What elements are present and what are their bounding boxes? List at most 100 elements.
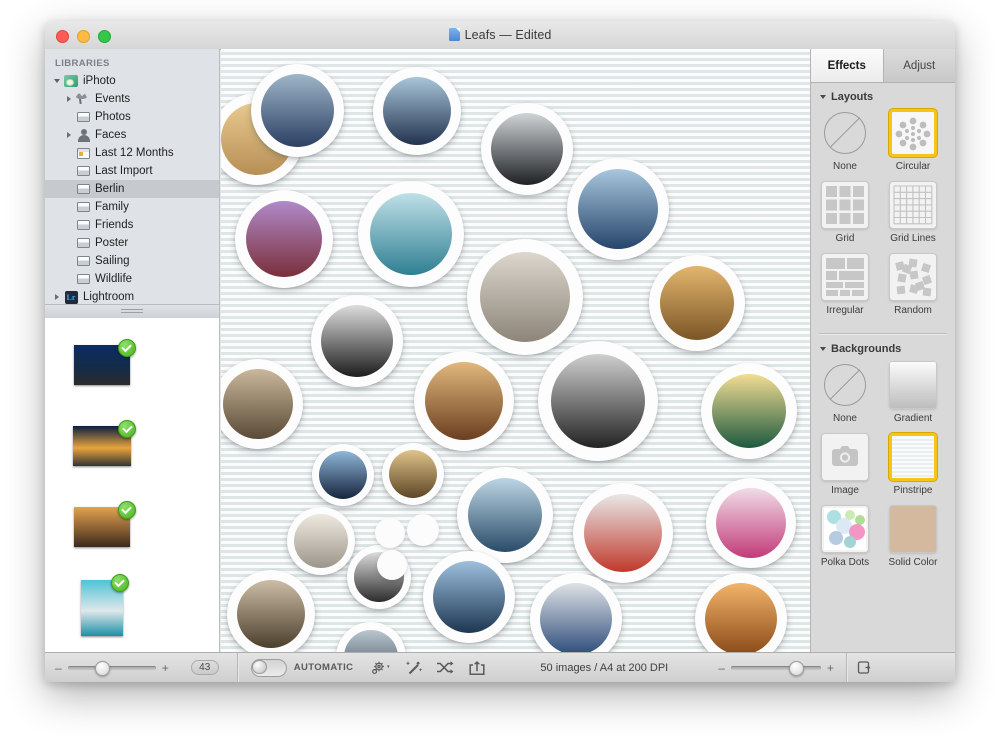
zoom-slider-track[interactable] (731, 666, 821, 670)
automatic-toggle[interactable] (251, 659, 287, 677)
option-image[interactable]: Image (811, 433, 879, 497)
photo-circle[interactable] (481, 103, 573, 195)
disclosure-triangle-icon[interactable] (820, 95, 826, 99)
grid-lines-icon[interactable] (889, 181, 937, 229)
sidebar-item-last-12-months[interactable]: Last 12 Months (45, 144, 219, 162)
gradient-icon[interactable] (889, 361, 937, 409)
none-icon[interactable] (821, 361, 869, 409)
photo-circle[interactable] (221, 359, 303, 449)
option-irregular[interactable]: Irregular (811, 253, 879, 317)
option-none[interactable]: None (811, 109, 879, 173)
circular-icon[interactable] (889, 109, 937, 157)
selected-check-icon[interactable] (118, 501, 136, 519)
photo-circle[interactable] (573, 483, 673, 583)
option-circular[interactable]: Circular (879, 109, 947, 173)
option-gradient[interactable]: Gradient (879, 361, 947, 425)
sidebar-item-sailing[interactable]: Sailing (45, 252, 219, 270)
photo-circle[interactable] (567, 158, 669, 260)
photo-circle[interactable] (467, 239, 583, 355)
disclosure-triangle-icon[interactable] (51, 79, 63, 83)
photo-circle[interactable] (414, 351, 514, 451)
disclosure-triangle-icon[interactable] (51, 294, 63, 300)
photo-circle[interactable] (358, 181, 464, 287)
photo-circle[interactable] (706, 478, 796, 568)
photo-circle[interactable] (530, 573, 622, 653)
photo-circle[interactable] (695, 573, 787, 653)
share-button[interactable] (468, 660, 486, 676)
selected-check-icon[interactable] (118, 339, 136, 357)
thumbnail-item[interactable] (67, 330, 136, 399)
polka-dots-icon[interactable] (821, 505, 869, 553)
thumb-slider-track[interactable] (68, 666, 156, 670)
irregular-icon[interactable] (821, 253, 869, 301)
sidebar-item-events[interactable]: Events (45, 90, 219, 108)
auto-enhance-button[interactable] (405, 659, 423, 676)
thumbnail-item[interactable] (67, 492, 136, 561)
photo-circle[interactable] (538, 341, 658, 461)
shuffle-button[interactable] (435, 660, 454, 675)
option-none[interactable]: None (811, 361, 879, 425)
selected-check-icon[interactable] (111, 574, 129, 592)
settings-gear-button[interactable] (371, 660, 393, 676)
panel-toggle-button[interactable] (857, 660, 872, 675)
photo-circle[interactable] (382, 443, 444, 505)
photo-circle[interactable] (251, 64, 344, 157)
tab-effects[interactable]: Effects (811, 49, 884, 82)
sidebar-item-family[interactable]: Family (45, 198, 219, 216)
sidebar-item-friends[interactable]: Friends (45, 216, 219, 234)
sidebar-item-iphoto[interactable]: iPhoto (45, 72, 219, 90)
disclosure-triangle-icon[interactable] (63, 132, 75, 138)
random-icon[interactable] (889, 253, 937, 301)
zoom-slider-minus[interactable]: – (718, 662, 725, 674)
empty-circle-placeholder[interactable] (375, 518, 405, 548)
thumbnail-browser[interactable] (45, 318, 219, 653)
grid-icon[interactable] (821, 181, 869, 229)
photo-circle[interactable] (701, 363, 797, 459)
option-grid[interactable]: Grid (811, 181, 879, 245)
disclosure-triangle-icon[interactable] (63, 96, 75, 102)
none-icon[interactable] (821, 109, 869, 157)
automatic-toggle-knob[interactable] (252, 660, 267, 674)
sidebar-item-photos[interactable]: Photos (45, 108, 219, 126)
photo-circle[interactable] (423, 551, 515, 643)
empty-circle-placeholder[interactable] (407, 514, 439, 546)
zoom-slider[interactable]: – + (718, 662, 834, 674)
thumb-slider-plus[interactable]: + (162, 662, 169, 674)
disclosure-triangle-icon[interactable] (820, 347, 826, 351)
option-polka-dots[interactable]: Polka Dots (811, 505, 879, 569)
option-grid-lines[interactable]: Grid Lines (879, 181, 947, 245)
section-header-layouts[interactable]: Layouts (811, 83, 955, 109)
tab-adjust[interactable]: Adjust (884, 49, 956, 82)
section-header-backgrounds[interactable]: Backgrounds (811, 335, 955, 361)
photo-circle[interactable] (457, 467, 553, 563)
photo-circle[interactable] (336, 622, 406, 653)
photo-circle[interactable] (227, 570, 315, 653)
photo-circle[interactable] (312, 444, 374, 506)
sidebar-item-lightroom[interactable]: LrLightroom (45, 288, 219, 304)
sidebar-item-poster[interactable]: Poster (45, 234, 219, 252)
solid-color-icon[interactable] (889, 505, 937, 553)
thumbnail-size-slider[interactable]: – + (55, 662, 169, 674)
sidebar-item-wildlife[interactable]: Wildlife (45, 270, 219, 288)
zoom-slider-knob[interactable] (789, 661, 804, 676)
photo-circle[interactable] (649, 255, 745, 351)
photo-circle[interactable] (311, 295, 403, 387)
photo-circle[interactable] (287, 507, 355, 575)
sidebar-item-faces[interactable]: Faces (45, 126, 219, 144)
zoom-slider-plus[interactable]: + (827, 662, 834, 674)
selected-check-icon[interactable] (118, 420, 136, 438)
image-icon[interactable] (821, 433, 869, 481)
option-solid-color[interactable]: Solid Color (879, 505, 947, 569)
empty-circle-placeholder[interactable] (377, 550, 407, 580)
thumb-slider-knob[interactable] (95, 661, 110, 676)
photo-circle[interactable] (235, 190, 333, 288)
sidebar-item-last-import[interactable]: Last Import (45, 162, 219, 180)
sidebar-item-berlin[interactable]: Berlin (45, 180, 219, 198)
thumbnail-item[interactable] (67, 411, 136, 480)
layout-canvas[interactable] (221, 49, 810, 653)
option-random[interactable]: Random (879, 253, 947, 317)
thumb-slider-minus[interactable]: – (55, 662, 62, 674)
pinstripe-icon[interactable] (889, 433, 937, 481)
option-pinstripe[interactable]: Pinstripe (879, 433, 947, 497)
photo-circle[interactable] (373, 67, 461, 155)
